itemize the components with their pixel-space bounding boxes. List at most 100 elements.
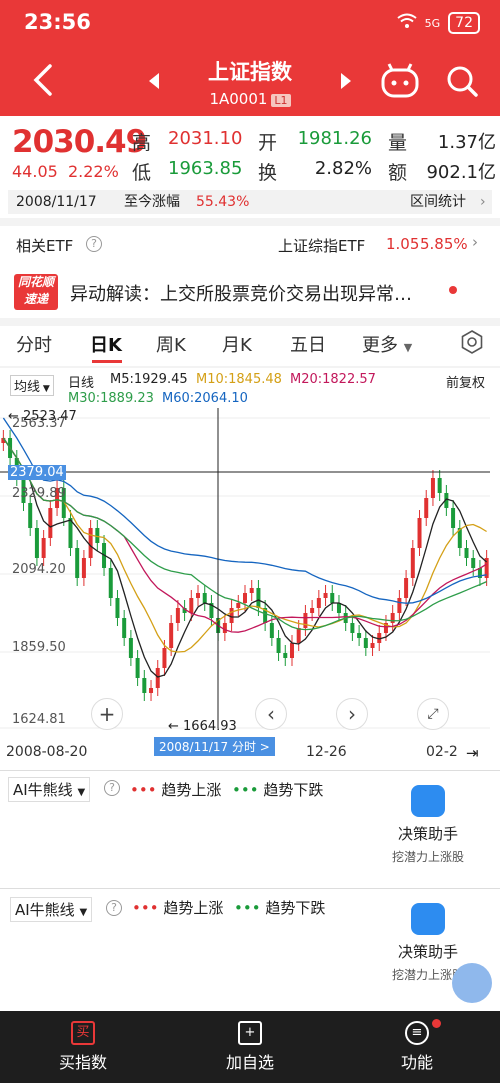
candle-body: [75, 548, 80, 578]
candle-body: [162, 648, 167, 668]
candle-body: [249, 588, 254, 593]
ma5-value: M5:1929.45: [110, 372, 188, 387]
candle-body: [310, 608, 315, 613]
low-mark: ← 1664.93: [168, 719, 237, 734]
candle-body: [350, 623, 355, 633]
scroll-right-button[interactable]: ›: [336, 698, 368, 730]
turnover-label: 换: [258, 162, 278, 184]
candle-body: [471, 558, 476, 568]
candle-body: [243, 593, 247, 603]
status-time: 23:56: [24, 10, 91, 34]
high-label: 高: [132, 132, 152, 154]
crosshair-price: 2379.04: [8, 465, 66, 480]
candle-body: [236, 603, 241, 608]
active-tab-indicator: [92, 360, 122, 363]
scroll-left-button[interactable]: ‹: [255, 698, 287, 730]
tab-five-day[interactable]: 五日: [290, 331, 326, 357]
search-icon[interactable]: [445, 64, 479, 98]
ma20-value: M20:1822.57: [290, 372, 376, 387]
candle-body: [115, 598, 120, 618]
lightbulb-icon[interactable]: [452, 963, 492, 1003]
candle-body: [397, 598, 402, 613]
candle-body: [175, 608, 180, 623]
bottom-toolbar: 买 买指数 + 加自选 ≡ 功能: [0, 1011, 500, 1083]
amount-label: 额: [388, 162, 408, 184]
badge-dot-icon: [432, 1019, 441, 1028]
divider: [0, 318, 500, 326]
y-tick-5: 1624.81: [12, 712, 66, 727]
plus-icon: +: [238, 1021, 262, 1045]
tab-daily-k[interactable]: 日K: [90, 331, 122, 357]
buy-index-button[interactable]: 买 买指数: [18, 1011, 148, 1073]
high-mark: ← 2523.47: [8, 409, 77, 424]
candle-body: [303, 613, 308, 628]
tab-more[interactable]: 更多 ▼: [362, 331, 412, 357]
status-icons: 5G 72: [397, 12, 480, 34]
candle-body: [229, 608, 234, 623]
candle-body: [370, 643, 375, 648]
next-stock-icon[interactable]: [339, 72, 353, 90]
tab-intraday[interactable]: 分时: [16, 331, 52, 357]
legend-up: ••• 趋势上涨: [132, 899, 224, 917]
related-etf-row[interactable]: 相关ETF ? 上证综指ETF 1.05 5.85% ›: [0, 228, 500, 262]
candle-body: [336, 603, 341, 613]
etf-pct: 5.85%: [420, 235, 468, 253]
ma30-value: M30:1889.23: [68, 391, 154, 406]
buy-icon: 买: [71, 1021, 95, 1045]
functions-button[interactable]: ≡ 功能: [352, 1011, 482, 1073]
candle-body: [256, 588, 261, 608]
news-banner[interactable]: 同花顺 速递 异动解读：上交所股票竞价交易出现异常…: [0, 268, 500, 318]
candle-body: [283, 653, 288, 658]
assistant-search-icon: [411, 785, 445, 817]
jump-to-latest-icon[interactable]: ⇥: [466, 744, 479, 762]
zoom-in-button[interactable]: +: [91, 698, 123, 730]
candle-body: [28, 503, 33, 528]
chevron-down-icon: ▼: [403, 341, 413, 354]
legend-down: ••• 趋势下跌: [232, 781, 324, 799]
decision-assistant-button[interactable]: 决策助手 挖潜力上涨股: [378, 785, 478, 865]
indicator-select[interactable]: AI牛熊线 ▼: [10, 897, 93, 922]
indicator-select[interactable]: AI牛熊线 ▼: [8, 777, 91, 802]
help-icon[interactable]: ?: [106, 900, 122, 916]
turnover-value: 2.82%: [314, 158, 372, 179]
candle-body: [169, 623, 174, 648]
candle-body: [34, 528, 39, 558]
range-stats-button[interactable]: 区间统计: [410, 190, 466, 214]
candle-body: [41, 538, 46, 558]
period-tabs: 分时 日K 周K 月K 五日 更多 ▼: [0, 327, 500, 365]
candle-body: [142, 678, 147, 693]
y-tick-4: 1859.50: [12, 640, 66, 655]
volume-label: 量: [388, 132, 408, 154]
low-value: 1963.85: [168, 158, 243, 179]
price-adjust-mode[interactable]: 前复权: [446, 372, 485, 391]
high-value: 2031.10: [168, 128, 243, 149]
settings-icon[interactable]: [460, 330, 484, 354]
start-date: 2008/11/17: [16, 194, 97, 210]
etf-price: 1.05: [386, 235, 420, 253]
last-price: 2030.49: [12, 124, 147, 160]
divider: [0, 366, 500, 368]
kline-canvas[interactable]: [0, 408, 500, 738]
low-label: 低: [132, 162, 152, 184]
add-watchlist-button[interactable]: + 加自选: [185, 1011, 315, 1073]
chevron-right-icon: ›: [480, 194, 486, 210]
candle-body: [88, 528, 93, 558]
candle-body: [48, 508, 53, 538]
header-bar: 23:56 5G 72 上证指数 1A0001 L1: [0, 0, 500, 116]
tab-weekly-k[interactable]: 周K: [156, 331, 186, 357]
news-headline: 异动解读：上交所股票竞价交易出现异常…: [70, 284, 412, 305]
ma60-value: M60:2064.10: [162, 391, 248, 406]
help-icon[interactable]: ?: [86, 236, 102, 252]
help-icon[interactable]: ?: [104, 780, 120, 796]
selected-date-tag[interactable]: 2008/11/17 分时 >: [154, 737, 275, 756]
tab-monthly-k[interactable]: 月K: [222, 331, 252, 357]
stock-code: 1A0001 L1: [0, 90, 500, 108]
date-range-bar[interactable]: 2008/11/17 至今涨幅 55.43% 区间统计 ›: [8, 190, 492, 214]
indicator-type-select[interactable]: 均线 ▼: [10, 375, 54, 396]
candle-body: [95, 528, 100, 543]
candle-body: [155, 668, 160, 688]
fullscreen-button[interactable]: ⤢: [417, 698, 449, 730]
candle-body: [81, 558, 86, 578]
candle-body: [410, 548, 415, 578]
assistant-icon[interactable]: [380, 62, 420, 100]
